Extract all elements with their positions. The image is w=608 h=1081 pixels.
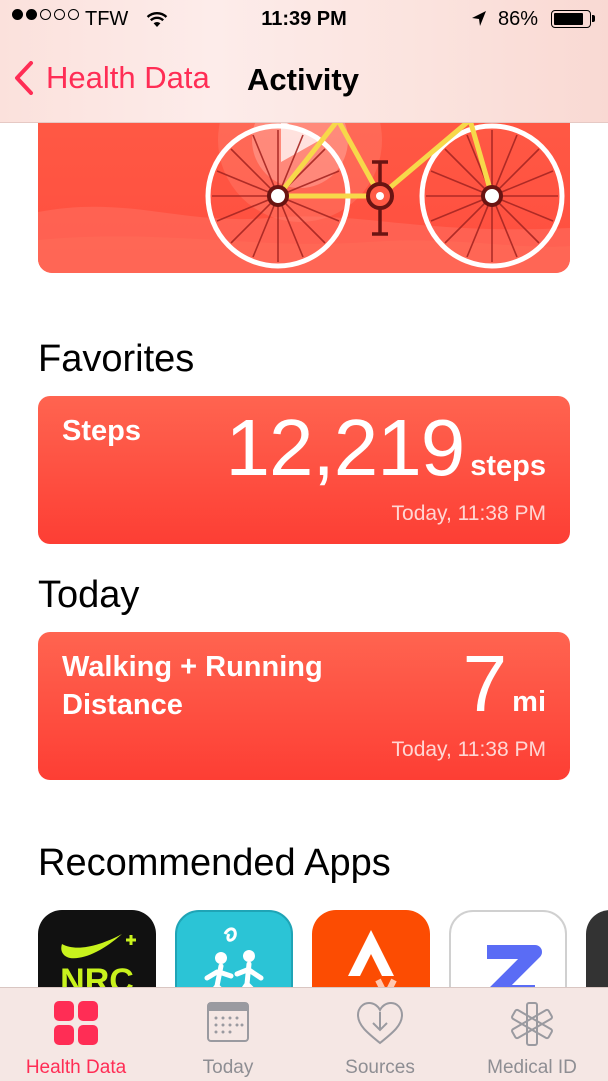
status-bar: TFW 11:39 PM 86%: [0, 0, 608, 40]
chevron-left-icon: [15, 61, 33, 95]
bicycle-illustration: [38, 100, 570, 273]
steps-card[interactable]: Steps 12,219 steps Today, 11:38 PM: [38, 396, 570, 544]
nrc-logo-text: NRC: [60, 962, 134, 990]
steps-timestamp: Today, 11:38 PM: [391, 502, 546, 525]
app-icon[interactable]: [586, 910, 608, 990]
distance-label-line1: Walking + Running: [62, 651, 323, 683]
steps-value: 12,219 steps: [226, 402, 546, 494]
runkeeper-icon[interactable]: [175, 910, 293, 990]
activity-hero-illustration: [38, 100, 570, 273]
tab-health-data-label: Health Data: [25, 1057, 127, 1078]
steps-unit: steps: [470, 450, 546, 482]
distance-label-line2: Distance: [62, 689, 183, 721]
recommended-apps-row: NRC: [38, 910, 608, 990]
distance-label: Walking + Running Distance: [62, 648, 323, 724]
favorites-heading: Favorites: [38, 338, 195, 380]
calendar-icon: [207, 1002, 249, 1042]
medical-id-icon: [511, 1002, 553, 1046]
distance-timestamp: Today, 11:38 PM: [391, 738, 546, 761]
zova-icon[interactable]: [449, 910, 567, 990]
tab-sources[interactable]: Sources: [304, 988, 456, 1081]
tab-medical-id[interactable]: Medical ID: [456, 988, 608, 1081]
health-data-icon: [54, 1001, 98, 1045]
back-button[interactable]: Health Data: [14, 56, 210, 100]
location-arrow-icon: [472, 11, 486, 26]
tab-sources-label: Sources: [345, 1057, 415, 1078]
battery-icon: [551, 10, 595, 28]
distance-value: 7 mi: [463, 638, 546, 730]
page-title: Activity: [247, 62, 359, 97]
steps-count: 12,219: [225, 403, 466, 492]
today-heading: Today: [38, 574, 140, 616]
tab-today[interactable]: Today: [152, 988, 304, 1081]
steps-label: Steps: [62, 415, 141, 447]
tab-health-data[interactable]: Health Data: [0, 988, 152, 1081]
recommended-apps-heading: Recommended Apps: [38, 842, 391, 884]
sources-icon: [356, 1001, 404, 1045]
back-button-label: Health Data: [46, 60, 210, 95]
distance-amount: 7: [462, 639, 507, 728]
tab-today-label: Today: [202, 1057, 254, 1078]
nike-run-club-icon[interactable]: NRC: [38, 910, 156, 990]
tab-medical-id-label: Medical ID: [487, 1057, 577, 1078]
walking-running-distance-card[interactable]: Walking + Running Distance 7 mi Today, 11…: [38, 632, 570, 780]
distance-unit: mi: [512, 686, 546, 718]
tab-bar: Health Data Today Sources Medical ID: [0, 987, 608, 1081]
navigation-bar: Health Data Activity: [0, 48, 608, 112]
top-bar: TFW 11:39 PM 86% Health Data Activity: [0, 0, 608, 123]
battery-percent: 86%: [498, 8, 539, 30]
strava-icon[interactable]: [312, 910, 430, 990]
